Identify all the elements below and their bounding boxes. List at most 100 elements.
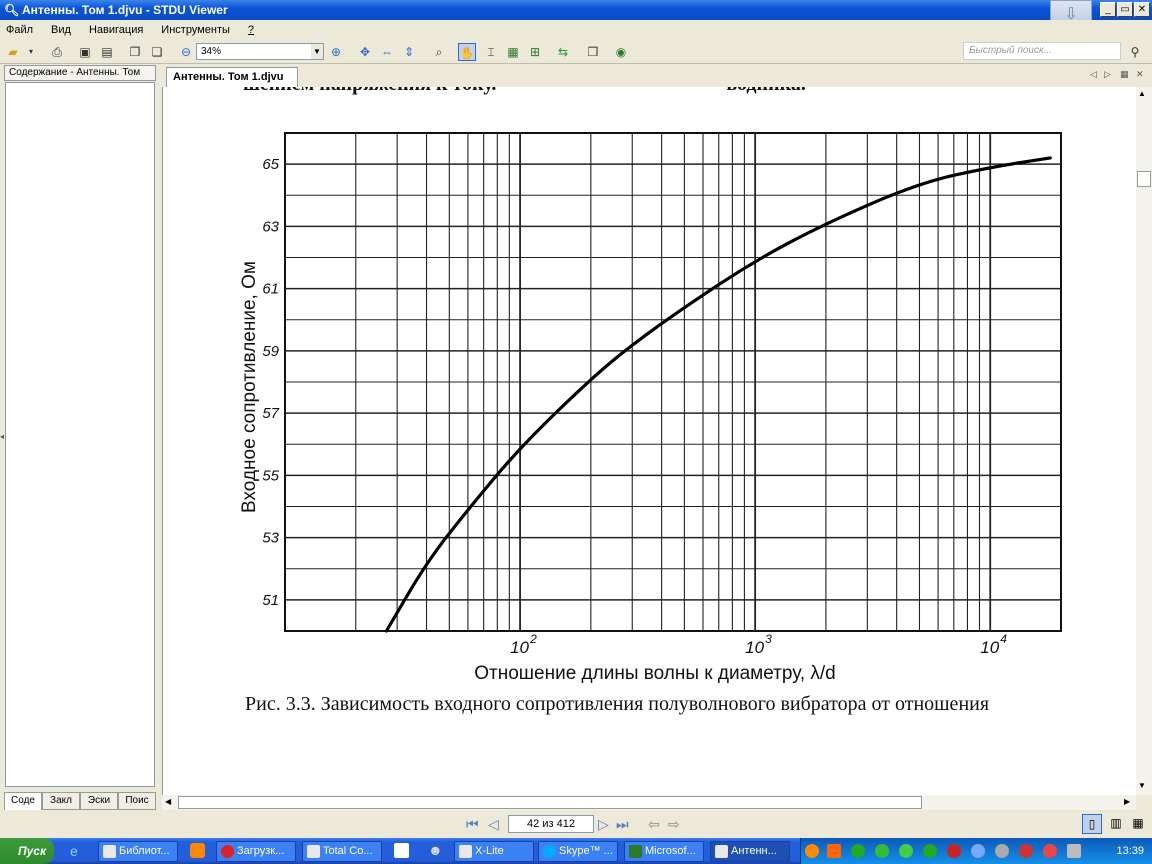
task-total-commander[interactable]: Total Co... <box>302 841 382 862</box>
task-stdu-viewer[interactable]: Антенн... <box>710 841 790 862</box>
y-tick-label: 65 <box>262 156 279 173</box>
tab-thumbnails[interactable]: Эски <box>80 792 118 810</box>
ie-icon[interactable]: e <box>70 843 78 859</box>
system-tray: 13:39 <box>800 838 1152 864</box>
tray-icon-3[interactable] <box>851 844 865 858</box>
tab-close-icon[interactable]: ✕ <box>1136 69 1144 80</box>
two-pages-icon[interactable]: ❒ <box>584 43 602 61</box>
y-tick-label: 61 <box>262 281 279 298</box>
fit-width-icon[interactable]: ⇔ <box>378 43 396 61</box>
hand-tool-icon[interactable]: ✋ <box>458 43 476 61</box>
zoom-value: 34% <box>201 46 222 57</box>
facing-pages-view-icon[interactable]: ▥ <box>1106 814 1126 834</box>
tray-icon-9[interactable] <box>995 844 1009 858</box>
vertical-scrollbar[interactable]: ▲ ▼ <box>1136 87 1152 795</box>
x-tick-label: 10 <box>980 638 999 657</box>
zoom-in-icon[interactable]: ⊕ <box>327 43 345 61</box>
scroll-right-icon[interactable]: ▶ <box>1124 797 1130 806</box>
first-page-icon[interactable]: ⏮ <box>466 816 479 833</box>
y-tick-label: 59 <box>262 343 279 360</box>
binoculars-icon[interactable]: ⚲ <box>1126 43 1144 61</box>
alien-icon[interactable]: ☻ <box>428 842 443 858</box>
minimize-button[interactable]: _ <box>1100 2 1116 17</box>
notepad-icon[interactable] <box>394 843 409 858</box>
tab-prev-icon[interactable]: ◁ <box>1090 69 1097 80</box>
search-input[interactable]: Быстрый поиск... <box>963 42 1121 60</box>
export-text-icon[interactable]: ▤ <box>98 43 116 61</box>
horizontal-scroll-thumb[interactable] <box>178 796 922 809</box>
tab-search[interactable]: Поис <box>118 792 156 810</box>
task-downloads[interactable]: Загрузк... <box>216 841 296 862</box>
task-xlite[interactable]: X-Lite <box>454 841 534 862</box>
tray-icon-1[interactable] <box>805 844 819 858</box>
scroll-down-icon[interactable]: ▼ <box>1138 781 1146 790</box>
tab-document[interactable]: Антенны. Том 1.djvu <box>166 67 298 87</box>
scroll-up-icon[interactable]: ▲ <box>1138 89 1146 98</box>
horizontal-scrollbar[interactable]: ◀ ▶ <box>162 795 1136 810</box>
scroll-left-icon[interactable]: ◀ <box>165 797 171 806</box>
fit-page-icon[interactable]: ✥ <box>356 43 374 61</box>
single-page-view-icon[interactable]: ▯ <box>1082 814 1102 834</box>
clock: 13:39 <box>1116 845 1144 857</box>
volume-icon[interactable] <box>1067 844 1081 858</box>
media-player-icon[interactable] <box>190 843 205 858</box>
tab-contents[interactable]: Соде <box>4 792 42 810</box>
tab-bookmarks[interactable]: Закл <box>42 792 80 810</box>
select-text-icon[interactable]: ⌶ <box>482 43 500 61</box>
menu-file[interactable]: Файл <box>6 24 33 36</box>
task-library[interactable]: Библиот... <box>98 841 178 862</box>
open-folder-icon[interactable]: ▰ <box>4 43 22 61</box>
panel-collapse-icon[interactable]: ◂ <box>0 432 4 441</box>
taskbar: Пуск e Библиот... Загрузк... Total Co...… <box>0 838 1152 864</box>
fit-height-icon[interactable]: ⇕ <box>400 43 418 61</box>
maximize-button[interactable]: ▭ <box>1117 2 1133 17</box>
tray-icon-2[interactable] <box>827 844 841 858</box>
prev-page-icon[interactable]: ◁ <box>488 816 499 833</box>
y-tick-label: 63 <box>262 218 279 235</box>
tray-icon-7[interactable] <box>947 844 961 858</box>
find-icon[interactable]: ⌕ <box>430 43 448 61</box>
dropdown-arrow-icon[interactable]: ▾ <box>22 43 40 61</box>
tray-icon-5[interactable] <box>899 844 913 858</box>
contents-header[interactable]: Содержание - Антенны. Том <box>4 65 156 81</box>
y-tick-label: 57 <box>262 405 279 422</box>
select-image-icon[interactable]: ▦ <box>504 43 522 61</box>
tab-list-icon[interactable]: ▦ <box>1120 69 1129 80</box>
chevron-down-icon[interactable]: ▼ <box>311 44 323 59</box>
tray-icon-11[interactable] <box>1043 844 1057 858</box>
tab-next-icon[interactable]: ▷ <box>1104 69 1111 80</box>
tray-icon-10[interactable] <box>1019 844 1033 858</box>
paste-icon[interactable]: ❏ <box>148 43 166 61</box>
task-excel[interactable]: Microsof... <box>624 841 704 862</box>
close-button[interactable]: ✕ <box>1134 2 1150 17</box>
history-forward-icon[interactable]: ⇨ <box>668 816 680 833</box>
menu-help[interactable]: ? <box>248 24 254 36</box>
task-skype[interactable]: Skype™ ... <box>538 841 618 862</box>
start-button[interactable]: Пуск <box>0 838 54 864</box>
print-icon[interactable]: ⎙ <box>48 43 66 61</box>
menu-navigation[interactable]: Навигация <box>89 24 143 36</box>
zoom-combo[interactable]: 34% ▼ <box>196 43 324 60</box>
last-page-icon[interactable]: ⏭ <box>616 816 629 833</box>
document-viewer[interactable]: шением напряжения к току.водника. 515355… <box>162 87 1136 795</box>
export-image-icon[interactable]: ▣ <box>76 43 94 61</box>
menu-tools[interactable]: Инструменты <box>161 24 230 36</box>
next-page-icon[interactable]: ▷ <box>598 816 609 833</box>
copy-icon[interactable]: ❐ <box>126 43 144 61</box>
menu-view[interactable]: Вид <box>51 24 71 36</box>
zoom-out-icon[interactable]: ⊖ <box>177 43 195 61</box>
tray-icon-6[interactable] <box>923 844 937 858</box>
contents-tree[interactable] <box>5 82 155 787</box>
title-bar[interactable]: 🔍︎ Антенны. Том 1.djvu - STDU Viewer <box>0 0 1152 20</box>
snapshot-icon[interactable]: ⊞ <box>526 43 544 61</box>
web-icon[interactable]: ◉ <box>612 43 630 61</box>
left-panel: Содержание - Антенны. Том Соде Закл Эски… <box>4 65 156 815</box>
rotate-icon[interactable]: ⇆ <box>554 43 572 61</box>
vertical-scroll-thumb[interactable] <box>1137 171 1151 187</box>
tray-icon-4[interactable] <box>875 844 889 858</box>
grid-view-icon[interactable]: ▦ <box>1128 814 1148 834</box>
page-number-field[interactable]: 42 из 412 <box>508 815 594 833</box>
figure-caption: Рис. 3.3. Зависимость входного сопротивл… <box>245 693 990 715</box>
tray-icon-8[interactable] <box>971 844 985 858</box>
history-back-icon[interactable]: ⇦ <box>648 816 660 833</box>
